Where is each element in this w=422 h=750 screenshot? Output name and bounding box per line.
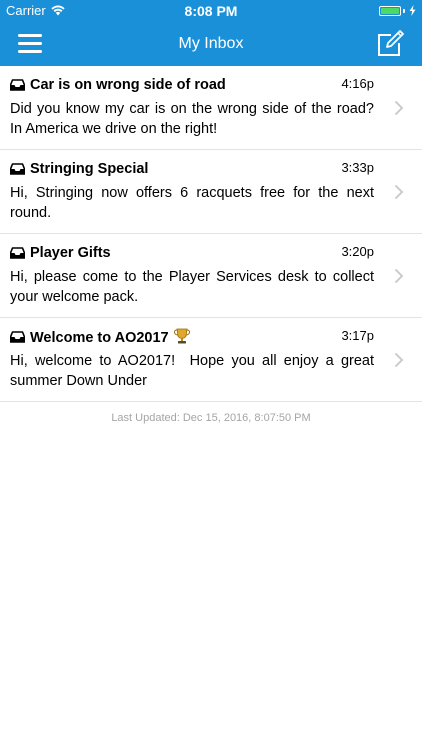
message-subject: Car is on wrong side of road bbox=[30, 77, 226, 93]
battery-indicator bbox=[379, 5, 416, 16]
inbox-tray-icon bbox=[10, 163, 25, 175]
message-header: Stringing Special bbox=[10, 158, 374, 180]
chevron-right-icon bbox=[394, 268, 404, 283]
message-subject: Stringing Special bbox=[30, 161, 149, 177]
message-header: Player Gifts bbox=[10, 242, 374, 264]
message-time: 3:17p bbox=[341, 328, 374, 343]
chevron-right-icon bbox=[394, 100, 404, 115]
inbox-tray-icon bbox=[10, 247, 25, 259]
message-preview: Hi, welcome to AO2017! Hope you all enjo… bbox=[10, 353, 379, 389]
message-item[interactable]: Welcome to AO2017 3:17p Hi, welcome to A… bbox=[0, 318, 422, 402]
compose-icon bbox=[378, 30, 404, 56]
last-updated-label: Last Updated: Dec 15, 2016, 8:07:50 PM bbox=[111, 412, 311, 424]
inbox-tray-icon bbox=[10, 331, 25, 343]
message-header: Car is on wrong side of road bbox=[10, 74, 374, 96]
chevron-right-icon bbox=[394, 352, 404, 367]
message-item[interactable]: Car is on wrong side of road 4:16p Did y… bbox=[0, 66, 422, 150]
message-list: Car is on wrong side of road 4:16p Did y… bbox=[0, 66, 422, 424]
charging-bolt-icon bbox=[409, 5, 416, 16]
inbox-tray-icon bbox=[10, 79, 25, 91]
message-subject: Welcome to AO2017 bbox=[30, 328, 374, 346]
battery-tip bbox=[403, 8, 405, 13]
trophy-icon bbox=[173, 328, 190, 344]
page-title: My Inbox bbox=[178, 35, 244, 52]
compose-button[interactable] bbox=[376, 30, 404, 58]
message-time: 3:20p bbox=[341, 244, 374, 259]
status-time: 8:08 PM bbox=[184, 3, 238, 19]
message-preview: Did you know my car is on the wrong side… bbox=[10, 101, 374, 137]
message-item[interactable]: Player Gifts 3:20p Hi, please come to th… bbox=[0, 234, 422, 318]
chevron-right-icon bbox=[394, 184, 404, 199]
message-preview: Hi, please come to the Player Services d… bbox=[10, 269, 374, 305]
message-preview: Hi, Stringing now offers 6 racquets free… bbox=[10, 185, 374, 221]
navigation-bar: My Inbox bbox=[0, 22, 422, 66]
message-header: Welcome to AO2017 bbox=[10, 326, 374, 348]
message-time: 3:33p bbox=[341, 160, 374, 175]
message-item[interactable]: Stringing Special 3:33p Hi, Stringing no… bbox=[0, 150, 422, 234]
battery-fill bbox=[381, 7, 399, 14]
message-subject: Player Gifts bbox=[30, 245, 111, 261]
status-bar: Carrier 8:08 PM bbox=[0, 0, 422, 22]
battery-icon bbox=[379, 5, 401, 16]
message-time: 4:16p bbox=[341, 76, 374, 91]
